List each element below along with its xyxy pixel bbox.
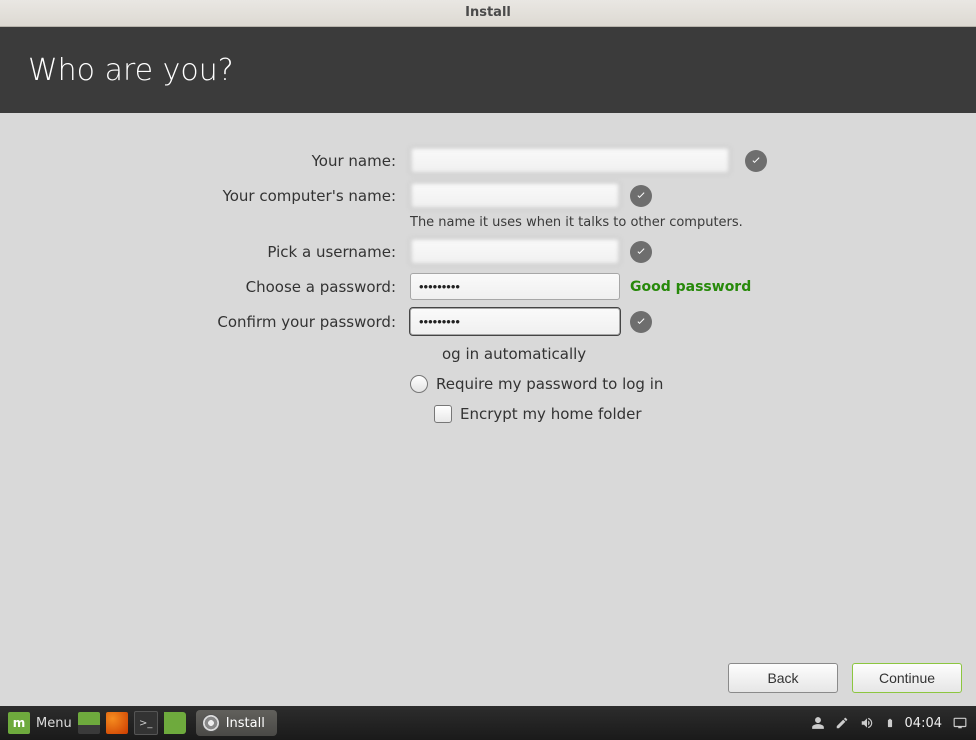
require-password-radio-label: Require my password to log in [436, 375, 663, 393]
pen-icon[interactable] [835, 716, 849, 730]
mint-menu-icon[interactable]: m [8, 712, 30, 734]
installer-content: Your name: Your computer's name: The nam… [0, 113, 976, 707]
clock-label[interactable]: 04:04 [905, 716, 942, 731]
confirm-password-input[interactable] [410, 308, 620, 335]
terminal-icon[interactable]: >_ [134, 711, 158, 735]
password-strength-label: Good password [630, 279, 976, 295]
wizard-footer: Back Continue [728, 663, 962, 693]
battery-icon[interactable] [885, 715, 895, 731]
show-desktop-icon[interactable] [78, 712, 100, 734]
name-input[interactable] [410, 147, 730, 174]
password-label: Choose a password: [0, 278, 400, 296]
computer-name-input[interactable] [410, 182, 620, 209]
taskbar-task-label: Install [226, 716, 265, 731]
check-icon [745, 150, 767, 172]
name-label: Your name: [0, 152, 400, 170]
username-label: Pick a username: [0, 243, 400, 261]
files-icon[interactable] [164, 712, 186, 734]
firefox-icon[interactable] [106, 712, 128, 734]
window-title: Install [465, 5, 511, 20]
encrypt-home-checkbox[interactable] [434, 405, 452, 423]
check-icon [630, 241, 652, 263]
page-title: Who are you? [28, 53, 234, 88]
require-password-radio[interactable] [410, 375, 428, 393]
taskbar-task-install[interactable]: Install [196, 710, 277, 736]
computer-name-helper: The name it uses when it talks to other … [410, 215, 976, 230]
user-icon[interactable] [811, 716, 825, 730]
check-icon [630, 311, 652, 333]
encrypt-home-label: Encrypt my home folder [460, 405, 642, 423]
user-form: Your name: Your computer's name: The nam… [0, 147, 976, 425]
display-indicator-icon[interactable] [952, 716, 968, 730]
auto-login-radio-label: og in automatically [442, 345, 586, 363]
check-icon [630, 185, 652, 207]
menu-label[interactable]: Menu [36, 716, 72, 731]
password-input[interactable] [410, 273, 620, 300]
username-input[interactable] [410, 238, 620, 265]
installer-disc-icon [202, 714, 220, 732]
taskbar: m Menu >_ Install 04:04 [0, 706, 976, 740]
continue-button[interactable]: Continue [852, 663, 962, 693]
installer-header: Who are you? [0, 27, 976, 113]
computer-name-label: Your computer's name: [0, 187, 400, 205]
back-button[interactable]: Back [728, 663, 838, 693]
window-titlebar: Install [0, 0, 976, 27]
volume-icon[interactable] [859, 716, 875, 730]
confirm-password-label: Confirm your password: [0, 313, 400, 331]
